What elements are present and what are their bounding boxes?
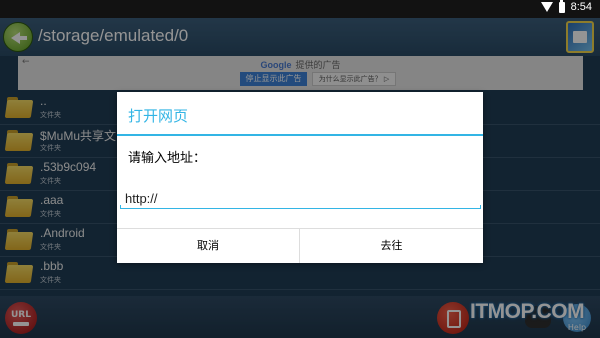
dialog-title-divider xyxy=(117,134,483,136)
address-prompt: 请输入地址： xyxy=(128,151,207,166)
url-input[interactable] xyxy=(120,188,481,208)
open-webpage-dialog: 打开网页 请输入地址： 取消 去往 xyxy=(117,92,483,263)
go-button[interactable]: 去往 xyxy=(300,229,483,263)
dialog-buttons: 取消 去往 xyxy=(117,228,483,263)
wifi-icon xyxy=(540,2,553,12)
status-bar: 8:54 xyxy=(0,0,600,18)
status-time: 8:54 xyxy=(570,1,592,13)
cancel-button[interactable]: 取消 xyxy=(117,229,300,263)
status-icons: 8:54 xyxy=(540,0,592,13)
url-input-underline xyxy=(120,205,481,209)
dialog-title: 打开网页 xyxy=(128,107,189,125)
battery-icon xyxy=(558,0,565,13)
